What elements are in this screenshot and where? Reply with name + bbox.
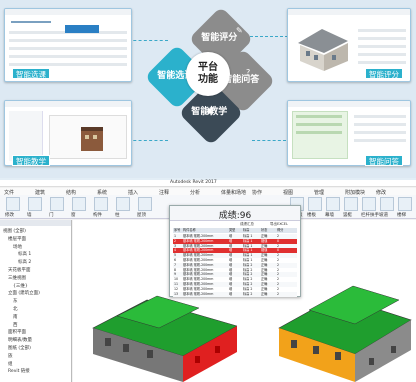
export-excel-button[interactable]: 导出EXCEL [270,222,288,227]
ribbon-label: 修改 [5,213,14,218]
menu-bar: 文件 建筑 结构 系统 插入 注释 分析 体量和场地 协作 视图 管理 附加模块 修改 [0,188,416,196]
course-icon: ✓ [168,70,175,79]
tree-item[interactable]: 三维视图 [8,275,26,281]
column-header: 状态 [261,228,268,232]
tree-item[interactable]: {三维} [13,283,28,289]
ribbon-label: 栏杆扶手 [361,213,379,218]
grade-dialog-header: 成绩:96 [170,206,300,221]
column-header: 得分 [277,228,284,232]
ribbon-label: 坡道 [379,213,388,218]
house-model-icon [298,29,348,71]
ribbon-button[interactable] [308,197,322,211]
ribbon-label: 门 [49,213,54,218]
ribbon-label: 幕墙 [325,213,334,218]
tree-item[interactable]: 东 [13,298,18,304]
ribbon-button[interactable] [398,197,412,211]
grade-cell: 基本墙 常规-200mm [183,291,214,296]
ribbon-label: 墙 [27,213,32,218]
window-title: Autodesk Revit 2017 [170,180,217,185]
tree-item[interactable]: Revit 链接 [8,368,30,374]
ribbon-button[interactable] [6,197,20,211]
ribbon-button[interactable] [94,197,108,211]
tree-item[interactable]: 场地 [13,244,22,250]
tree-item[interactable]: 天花板平面 [8,267,31,273]
grade-cell: 2 [277,291,280,296]
ribbon-label: 窗 [71,213,76,218]
grading-icon: ✎ [236,26,243,35]
ribbon-button[interactable] [326,197,340,211]
tag-teaching: 智能教学 [12,155,50,166]
toolbar-summary[interactable]: 成绩汇总 [240,222,254,227]
ribbon-label: 楼梯 [397,213,406,218]
tree-item[interactable]: 组 [8,361,13,367]
column-header: 序号 [174,228,181,232]
ribbon-button[interactable] [50,197,64,211]
tree-item[interactable]: 图纸 (全部) [8,345,31,351]
ribbon-button[interactable] [116,197,130,211]
ribbon-button[interactable] [138,197,152,211]
tree-item[interactable]: 标高 1 [18,251,31,257]
column-header: 构件名称 [183,228,196,232]
grade-dialog: 成绩:96 成绩汇总 导出EXCEL 序号 构件名称 类型 标高 状态 得分 1 基本墙 常规… [169,205,301,297]
title-bar: Autodesk Revit 2017 [0,180,416,187]
ribbon-label: 楼板 [307,213,316,218]
ribbon-label: 构件 [93,213,102,218]
tree-item[interactable]: 楼层平面 [8,236,26,242]
ribbon-label: 屋顶 [137,213,146,218]
building-model-icon [81,127,103,151]
tree-item[interactable]: 立面 (建筑立面) [8,290,40,296]
ribbon-label: 柱 [115,213,120,218]
tree-item[interactable]: 标高 2 [18,259,31,265]
grade-row[interactable]: 13 基本墙 常规-200mm 墙 标高 2 正确 2 [173,291,297,297]
tree-item[interactable]: 北 [13,306,18,312]
tree-item[interactable]: 西 [13,322,18,328]
tag-grading: 智能评分 [365,68,403,79]
grade-cell: 标高 2 [243,291,253,296]
platform-function-hub: 智能评分 智能问答 智能教学 智能选课 平台 功能 ✎ ? ▣ ✓ [140,6,276,146]
column-header: 标高 [243,228,250,232]
grade-cell: 正确 [261,291,268,296]
project-browser-header [0,220,71,226]
tree-item[interactable]: 视图 (全部) [3,228,26,234]
tree-item[interactable]: 南 [13,314,18,320]
tag-course-selection: 智能选课 [12,68,50,79]
grade-score: 成绩:96 [218,211,252,221]
tree-item[interactable]: 族 [8,353,13,359]
project-browser: 视图 (全部) 楼层平面场地 标高 1 标高 2 天花板平面三维视图 {三维} 立面 (建筑… [0,220,72,382]
grade-table-header: 序号 构件名称 类型 标高 状态 得分 [173,228,297,233]
ribbon-button[interactable] [344,197,358,211]
ribbon-button[interactable] [72,197,86,211]
grade-cell: 墙 [229,291,233,296]
ribbon-button[interactable] [380,197,394,211]
tree-item[interactable]: 面积平面 [8,329,26,335]
qa-icon: ? [246,68,251,77]
hub-center-title: 平台 功能 [198,62,218,85]
platform-infographic: 智能选课 智能评分 智能教学 智能问答 智能评分 智能问答 智能教学 智能选课 … [0,0,416,178]
ribbon-label: 竖梃 [343,213,352,218]
ribbon-button[interactable] [28,197,42,211]
teaching-icon: ▣ [206,106,214,115]
tree-item[interactable]: 明细表/数量 [8,337,32,343]
tag-qa: 智能问答 [365,155,403,166]
grade-cell: 13 [174,291,179,296]
ribbon-button[interactable] [362,197,376,211]
column-header: 类型 [229,228,236,232]
